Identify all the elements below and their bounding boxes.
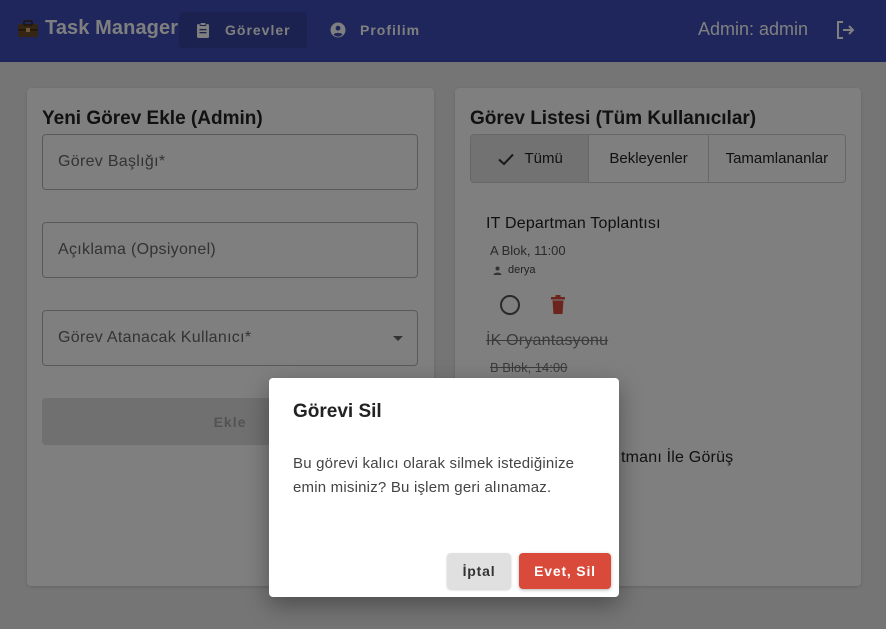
confirm-delete-button[interactable]: Evet, Sil (519, 553, 611, 589)
cancel-button[interactable]: İptal (447, 553, 511, 589)
dialog-message: Bu görevi kalıcı olarak silmek istediğin… (293, 455, 575, 496)
dialog-title: Görevi Sil (293, 401, 382, 422)
delete-confirm-dialog: Görevi Sil Bu görevi kalıcı olarak silme… (269, 378, 619, 597)
